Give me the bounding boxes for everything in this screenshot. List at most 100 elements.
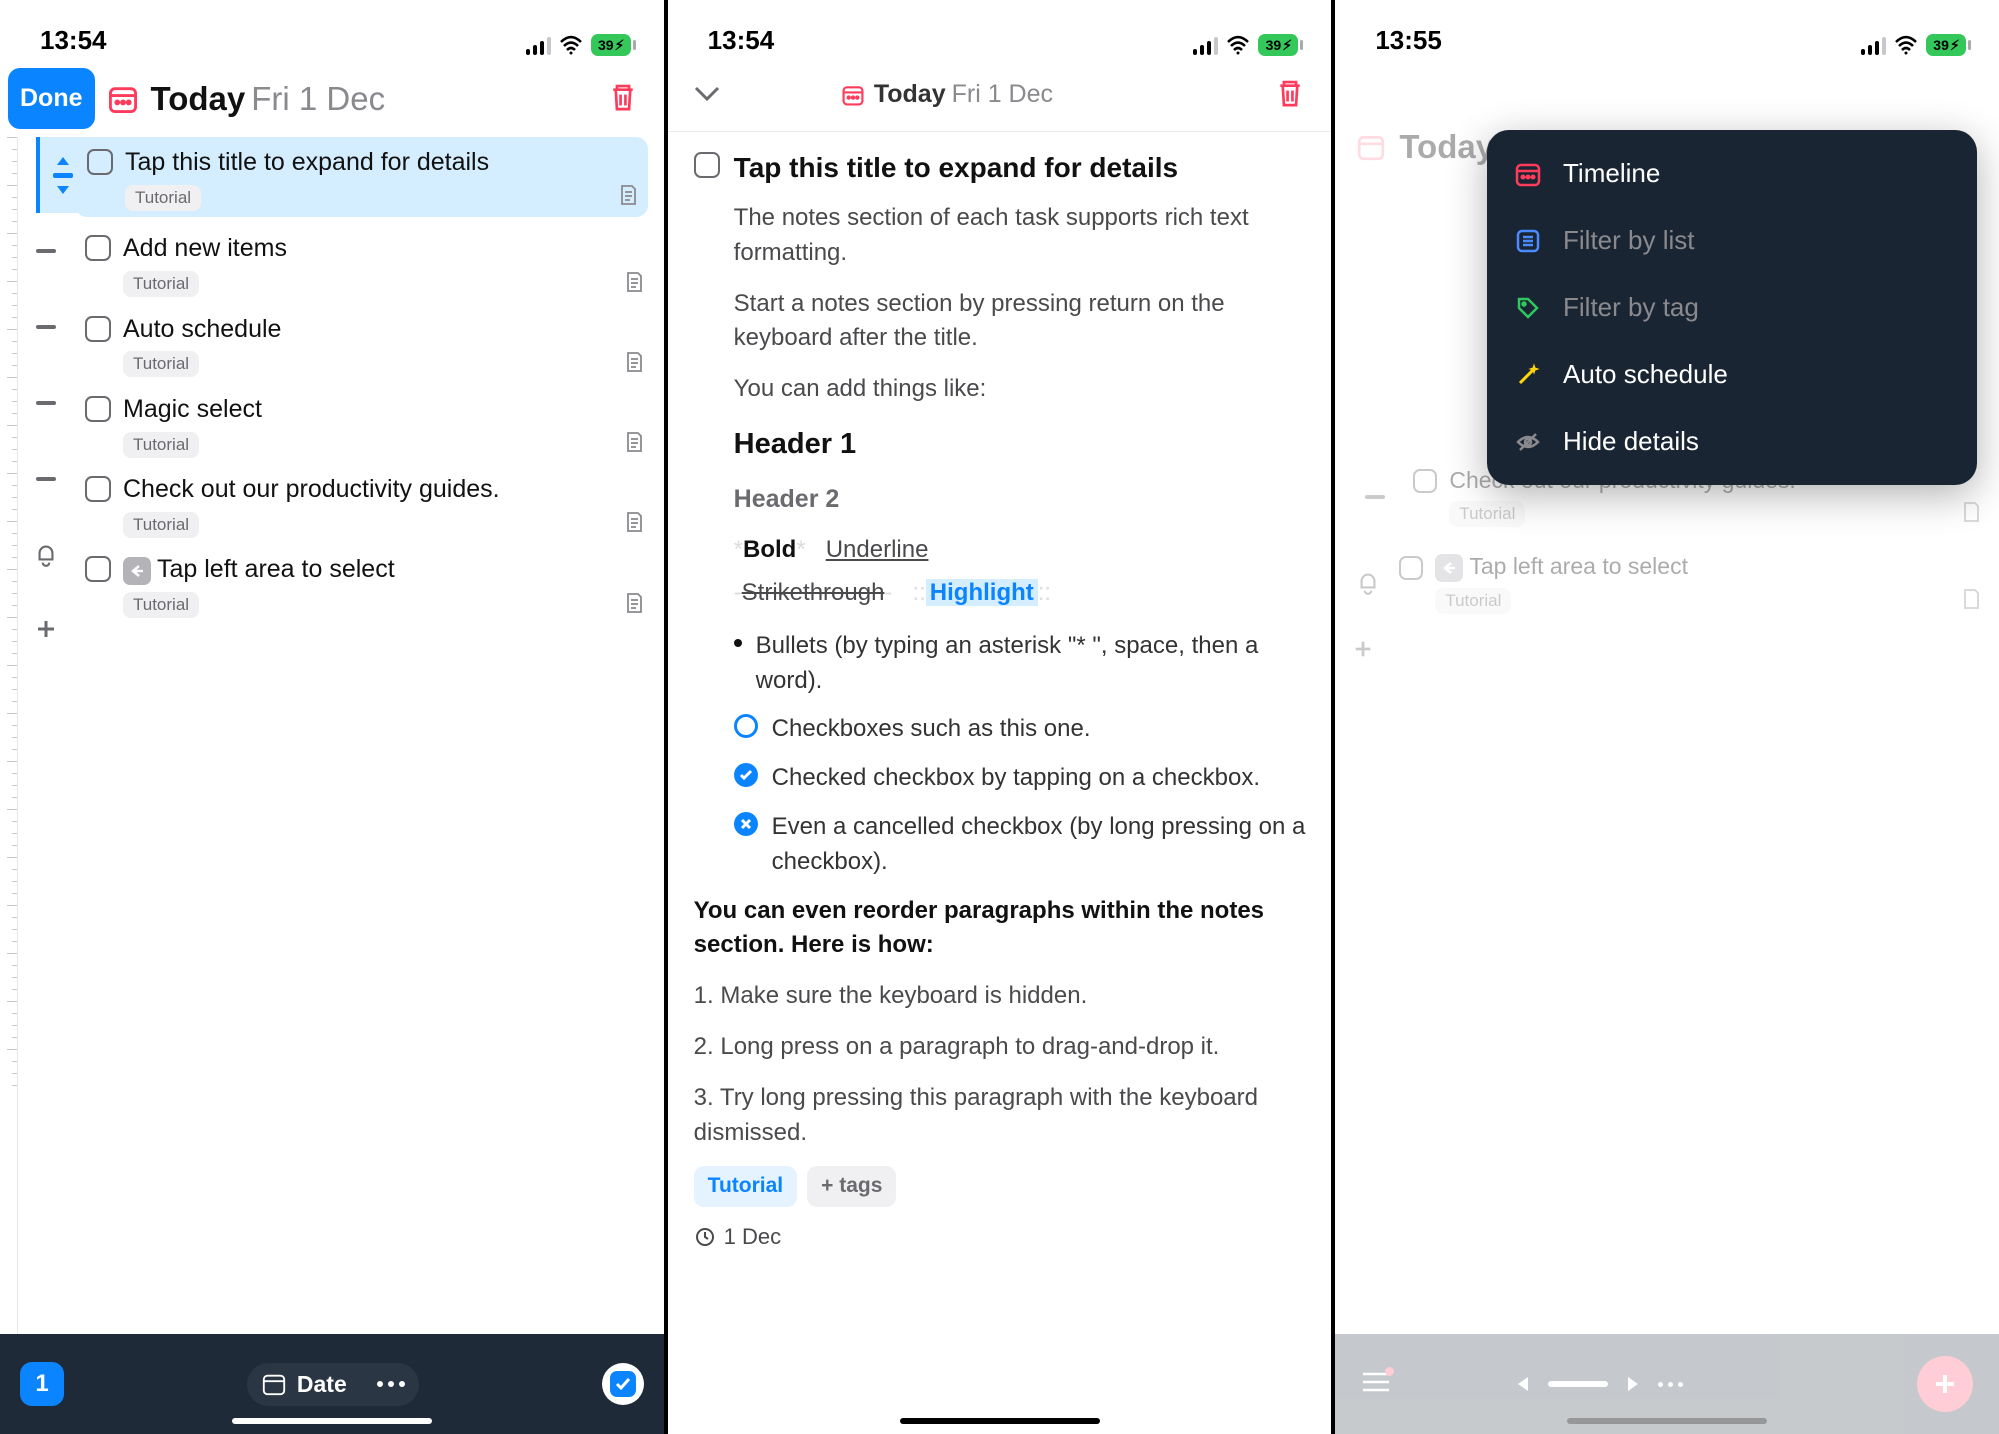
status-bar: 13:55 39⚡︎ [1335,0,1999,60]
task-title[interactable]: Add new items [123,233,287,264]
task-title[interactable]: Magic select [123,394,262,425]
note-paragraph[interactable]: 3. Try long pressing this paragraph with… [694,1081,1306,1151]
task-item[interactable]: Check out our productivity guides. Tutor… [73,464,654,544]
note-format-row[interactable]: *Bold* Underline [694,533,1306,568]
battery-icon: 39⚡︎ [591,34,636,56]
menu-item-timeline[interactable]: Timeline [1487,140,1977,207]
note-heading-1[interactable]: Header 1 [694,423,1306,465]
timeline-column [18,137,73,1334]
task-item[interactable]: Tap left area to select Tutorial [73,544,654,624]
home-indicator[interactable] [900,1418,1100,1424]
note-format-row[interactable]: -Strikethrough- ::Highlight:: [694,576,1306,611]
timeline-slot[interactable] [18,517,73,593]
page-title: TodayFri 1 Dec [151,80,386,118]
task-title[interactable]: Tap this title to expand for details [734,150,1178,185]
home-indicator[interactable] [232,1418,432,1424]
add-tag-button[interactable]: + tags [807,1166,896,1206]
note-checkbox-cancelled[interactable]: Even a cancelled checkbox (by long press… [694,810,1306,880]
delete-button[interactable] [600,74,646,123]
task-checkbox[interactable] [85,476,111,502]
add-task-button[interactable] [1917,1356,1973,1412]
note-paragraph[interactable]: 2. Long press on a paragraph to drag-and… [694,1030,1306,1065]
magic-wand-icon [1513,360,1543,390]
status-time: 13:54 [708,25,775,56]
done-button[interactable]: Done [8,68,95,129]
minus-icon [36,477,56,481]
note-paragraph[interactable]: 1. Make sure the keyboard is hidden. [694,979,1306,1014]
checkbox-open-icon[interactable] [734,714,758,738]
selection-count-badge[interactable]: 1 [20,1362,64,1406]
bar-icon [1548,1381,1608,1387]
note-paragraph[interactable]: Start a notes section by pressing return… [694,287,1306,357]
task-title[interactable]: Auto schedule [123,314,281,345]
notification-dot-icon [1385,1367,1394,1376]
task-checkbox[interactable] [85,556,111,582]
status-bar: 13:54 39⚡︎ [668,0,1332,60]
task-tag[interactable]: Tutorial [123,271,199,297]
task-tag[interactable]: Tutorial [123,432,199,458]
menu-button[interactable] [1361,1370,1391,1399]
task-tag[interactable]: Tutorial [125,185,201,211]
collapse-button[interactable] [686,81,728,108]
timeline-slot[interactable] [18,289,73,365]
task-title[interactable]: Tap left area to select [123,554,395,585]
page-title[interactable]: TodayFri 1 Dec [874,80,1053,109]
minus-icon [36,249,56,253]
note-bullet[interactable]: Bullets (by typing an asterisk "* ", spa… [694,629,1306,699]
task-tag[interactable]: Tutorial [123,592,199,618]
timeline-slot[interactable] [18,365,73,441]
calendar-icon [1353,129,1389,165]
task-item[interactable]: Magic select Tutorial [73,384,654,464]
checkbox-checked-icon[interactable] [734,763,758,787]
wifi-icon [559,35,583,55]
battery-icon: 39⚡︎ [1926,34,1971,56]
delete-button[interactable] [1267,70,1313,119]
task-tag[interactable]: Tutorial [123,512,199,538]
task-checkbox[interactable] [87,149,113,175]
note-paragraph[interactable]: You can add things like: [694,372,1306,407]
menu-item-label: Hide details [1563,426,1699,457]
left-arrow-icon [123,557,151,585]
menu-item-filter-tag[interactable]: Filter by tag [1487,274,1977,341]
task-title[interactable]: Tap this title to expand for details [125,147,489,178]
note-paragraph[interactable]: The notes section of each task supports … [694,201,1306,271]
note-paragraph-bold[interactable]: You can even reorder paragraphs within t… [694,894,1306,964]
due-date-row[interactable]: 1 Dec [694,1221,1306,1253]
nav-controls[interactable] [1518,1377,1683,1391]
date-picker-label: Date [297,1371,347,1398]
date-picker-button[interactable]: Date [247,1363,419,1406]
task-checkbox[interactable] [85,396,111,422]
view-options-menu: Timeline Filter by list Filter by tag Au… [1487,130,1977,485]
task-checkbox[interactable] [694,152,720,178]
calendar-icon [840,82,866,108]
note-checkbox-open[interactable]: Checkboxes such as this one. [694,712,1306,747]
timeline-slot[interactable] [18,213,73,289]
timeline-handle-selected[interactable] [36,137,86,213]
menu-item-hide-details[interactable]: Hide details [1487,408,1977,475]
task-tag[interactable]: Tutorial [123,351,199,377]
task-item[interactable]: Auto schedule Tutorial [73,304,654,384]
timeline-slot[interactable] [18,441,73,517]
task-notes[interactable]: The notes section of each task supports … [694,201,1306,1253]
chevron-right-icon [1628,1377,1638,1391]
checkbox-cancelled-icon[interactable] [734,812,758,836]
home-indicator[interactable] [1567,1418,1767,1424]
menu-item-auto-schedule[interactable]: Auto schedule [1487,341,1977,408]
calendar-icon [105,81,141,117]
task-item: Tap left area to select Tutorial [1399,552,1981,615]
task-checkbox[interactable] [85,316,111,342]
note-checkbox-checked[interactable]: Checked checkbox by tapping on a checkbo… [694,761,1306,796]
timeline-icon [1513,159,1543,189]
task-item[interactable]: Tap this title to expand for details Tut… [75,137,648,217]
task-checkbox [1413,469,1437,493]
note-heading-2[interactable]: Header 2 [694,481,1306,517]
menu-item-filter-list[interactable]: Filter by list [1487,207,1977,274]
task-tag[interactable]: Tutorial [694,1166,797,1206]
task-item[interactable]: Add new items Tutorial [73,223,654,303]
confirm-button[interactable] [602,1363,644,1405]
task-title[interactable]: Check out our productivity guides. [123,474,500,505]
status-time: 13:55 [1375,25,1442,56]
task-checkbox[interactable] [85,235,111,261]
list-header: Done TodayFri 1 Dec [0,60,664,137]
timeline-slot-add[interactable] [18,593,73,669]
